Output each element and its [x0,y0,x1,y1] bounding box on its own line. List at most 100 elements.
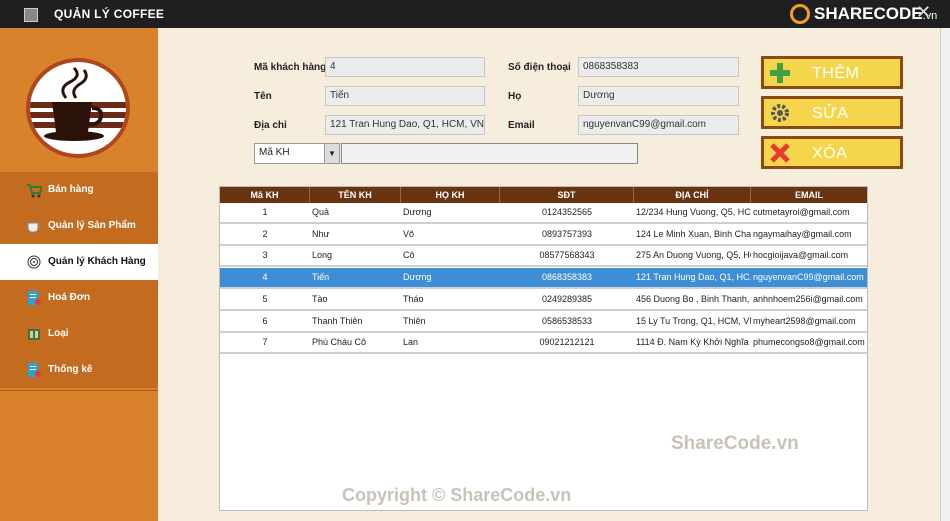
delete-button-label: XÓA [812,145,848,162]
close-icon[interactable]: ✕ [916,2,931,23]
column-header[interactable]: TÊN KH [310,187,401,203]
table-cell-id: 4 [262,272,268,283]
table-cell-ten: Phú Cháu Cô [312,337,367,348]
search-input[interactable] [341,143,638,164]
edit-button[interactable]: SỬA [761,96,903,129]
sidebar-item-label: Bán hàng [48,184,94,195]
sidebar-item-label: Thống kê [48,364,93,375]
table-row[interactable]: 2 Như Võ 0893757393 124 Le Minh Xuan, Binh C… [220,225,867,246]
fingerprint-icon [26,254,42,270]
table-cell-sdt: 08577568343 [539,250,595,261]
customer-table: Mã KH TÊN KH HỌ KH SĐT ĐỊA CHỈ EMAIL 1 Qu… [219,186,868,511]
ten-field[interactable]: Tiến [325,86,485,106]
table-row[interactable]: 5 Tào Tháo 0249289385 456 Duong Bo , Binh Th… [220,290,867,311]
sdt-label: Số điện thoại [508,62,571,73]
ma-kh-label: Mã khách hàng [254,62,327,73]
add-button[interactable]: THÊM [761,56,903,89]
table-cell-id: 1 [262,207,268,217]
sidebar-item-quan-ly-san-pham[interactable]: Quản lý Sản Phẩm [0,208,158,244]
category-icon [26,326,42,342]
column-header[interactable]: SĐT [500,187,634,203]
table-cell-diachi: 12/234 Hung Vuong, Q5, HCM... [636,207,751,217]
cart-icon [26,182,44,198]
sidebar-item-label: Quản lý Khách Hàng [48,256,146,267]
table-cell-id: 2 [262,228,268,239]
table-cell-id: 7 [262,337,268,348]
ho-label: Họ [508,91,522,102]
table-cell-sdt: 0893757393 [541,228,593,239]
table-row[interactable]: 3 Long Cô 08577568343 275 An Duong Vuong, Q5… [220,246,867,268]
close-icon [769,142,791,164]
dia-chi-label: Địa chỉ [254,120,287,131]
chevron-down-icon[interactable]: ▼ [324,144,339,163]
table-cell-sdt: 0868358383 [541,272,593,283]
email-field[interactable]: nguyenvanC99@gmail.com [578,115,739,135]
ma-kh-field[interactable]: 4 [325,57,485,77]
plus-icon [769,62,791,84]
column-header[interactable]: HỌ KH [401,187,500,203]
column-header[interactable]: Mã KH [220,187,310,203]
sidebar-menu: Bán hàng Quản lý Sản Phẩm Quản lý Khách … [0,172,158,388]
coffee-logo-icon [26,58,130,158]
sidebar-divider [0,390,158,391]
sidebar-item-hoa-don[interactable]: Hoá Đơn [0,280,158,316]
table-cell-ho: Tháo [403,293,424,304]
edit-button-label: SỬA [812,105,849,122]
table-cell-ho: Dương [403,272,432,283]
coffee-cup-icon [26,218,42,234]
table-cell-ho: Lan [403,337,419,348]
table-cell-ten: Tiến [312,272,330,283]
table-cell-sdt: 0586538533 [541,315,593,326]
invoice-icon [26,290,42,306]
column-header[interactable]: ĐỊA CHỈ [634,187,751,203]
sidebar-item-ban-hang[interactable]: Bán hàng [0,172,158,208]
table-cell-sdt: 0124352565 [541,207,593,217]
search-type-value: Mã KH [259,147,290,158]
table-cell-email: myheart2598@gmail.com [753,315,856,326]
table-cell-ten: Long [312,250,333,261]
table-row[interactable]: 1 Quả Dương 0124352565 12/234 Hung Vuong, Q5… [220,203,867,224]
main-panel: Mã khách hàng 4 Số điện thoại 0868358383… [158,28,940,521]
sidebar-item-loai[interactable]: Loại [0,316,158,352]
sidebar-item-thong-ke[interactable]: Thống kê [0,352,158,388]
email-label: Email [508,120,535,131]
search-type-select[interactable]: Mã KH ▼ [254,143,340,164]
delete-button[interactable]: XÓA [761,136,903,169]
table-cell-ten: Như [312,228,330,239]
table-row[interactable]: 4 Tiến Dương 0868358383 121 Tran Hung Dao, Q… [220,268,867,290]
sidebar-item-label: Hoá Đơn [48,292,91,303]
table-row[interactable]: 7 Phú Cháu Cô Lan 09021212121 1114 Đ. Nam Kỳ… [220,333,867,355]
window-edge [940,28,950,521]
table-cell-diachi: 1114 Đ. Nam Kỳ Khởi Nghĩa [636,337,749,348]
table-cell-ho: Võ [403,228,415,239]
sidebar-item-label: Quản lý Sản Phẩm [48,220,136,231]
table-cell-sdt: 09021212121 [539,337,595,348]
title-bar: QUẢN LÝ COFFEE SHARECODE.vn ✕ [0,0,950,28]
table-cell-ten: Thanh Thiên [312,315,363,326]
table-cell-diachi: 15 Ly Tu Trong, Q1, HCM, VN [636,315,751,326]
dia-chi-field[interactable]: 121 Tran Hung Dao, Q1, HCM, VN [325,115,485,135]
table-cell-email: hocgioijava@gmail.com [753,250,849,261]
report-icon [26,362,42,378]
table-cell-email: phumecongso8@gmail.com [753,337,865,348]
table-cell-id: 3 [262,250,268,261]
table-cell-ho: Dương [403,207,432,217]
logo-brand: SHARECODE [814,4,923,23]
table-header: Mã KH TÊN KH HỌ KH SĐT ĐỊA CHỈ EMAIL [220,187,867,203]
table-cell-email: ngaymaihay@gmail.com [753,228,852,239]
ho-field[interactable]: Dương [578,86,739,106]
sidebar-item-quan-ly-khach-hang[interactable]: Quản lý Khách Hàng [0,244,158,280]
watermark-bottom: Copyright © ShareCode.vn [342,485,572,505]
watermark-mid: ShareCode.vn [671,433,799,454]
table-cell-ho: Cô [403,250,415,261]
column-header[interactable]: EMAIL [751,187,867,203]
table-cell-diachi: 124 Le Minh Xuan, Binh Chan... [636,228,751,239]
ten-label: Tên [254,91,272,102]
coffee-logo-area [0,28,158,172]
sdt-field[interactable]: 0868358383 [578,57,739,77]
table-cell-diachi: 275 An Duong Vuong, Q5, HC... [636,250,751,261]
gear-icon [769,102,791,124]
table-row[interactable]: 6 Thanh Thiên Thiên 0586538533 15 Ly Tu Tron… [220,312,867,333]
sharecode-mark-icon [790,4,810,24]
app-icon [24,8,38,22]
